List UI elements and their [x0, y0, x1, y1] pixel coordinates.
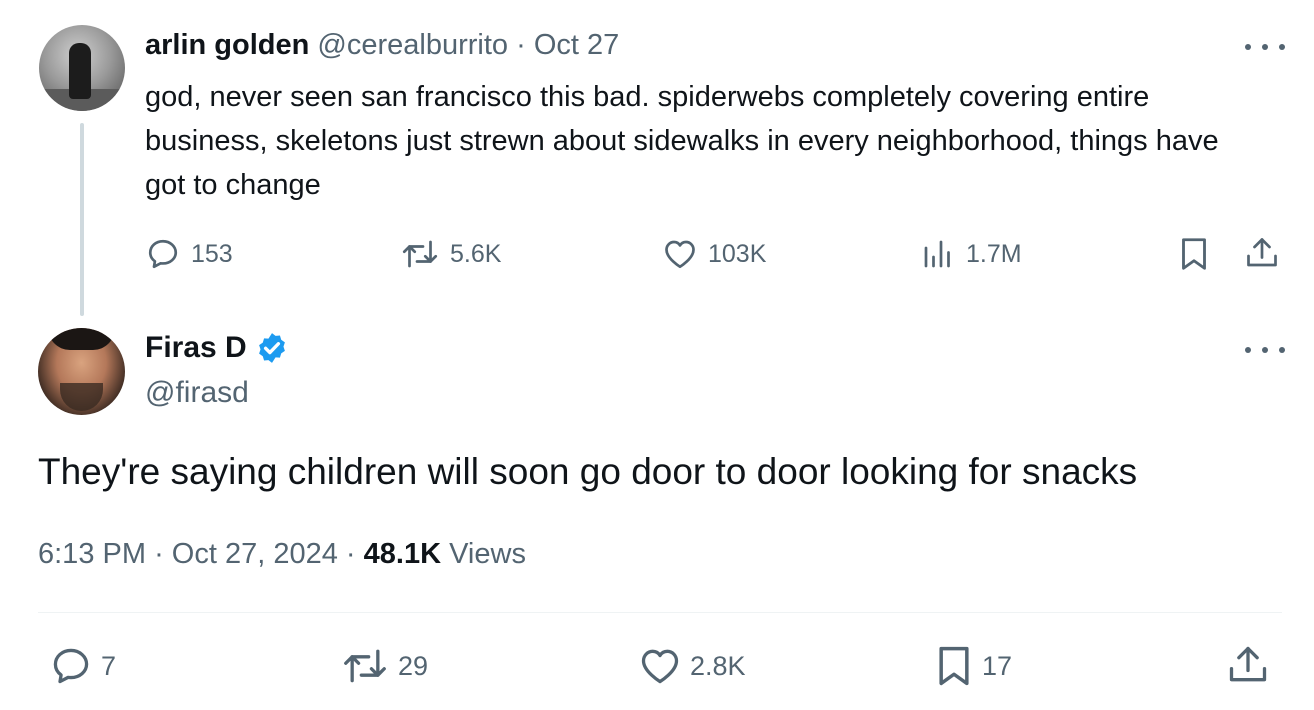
main-bookmark-count: 17 — [982, 650, 1013, 681]
parent-repost-count: 5.6K — [450, 239, 502, 268]
main-author-handle[interactable]: @firasd — [145, 375, 249, 411]
main-like-count: 2.8K — [690, 650, 746, 681]
parent-reply-button[interactable]: 153 — [145, 236, 233, 272]
like-icon — [665, 240, 695, 269]
parent-views-button[interactable]: 1.7M — [920, 236, 1022, 272]
thread-connector-line — [80, 123, 84, 316]
main-bookmark-button[interactable]: 17 — [934, 644, 1012, 688]
bookmark-icon — [939, 646, 969, 686]
main-repost-button[interactable]: 29 — [340, 644, 428, 688]
avatar-beard — [60, 383, 103, 411]
views-label: Views — [449, 538, 526, 570]
main-reply-count: 7 — [101, 650, 117, 681]
parent-tweet-header: arlin golden @cerealburrito · Oct 27 — [145, 28, 619, 62]
parent-like-button[interactable]: 103K — [662, 236, 766, 272]
share-icon — [1229, 646, 1267, 682]
meta-separator: · — [154, 538, 164, 570]
main-repost-count: 29 — [398, 650, 429, 681]
main-like-button[interactable]: 2.8K — [638, 644, 746, 688]
avatar-hair — [48, 328, 115, 350]
tweet-time[interactable]: 6:13 PM — [38, 538, 146, 570]
avatar-firas-d[interactable] — [38, 328, 125, 415]
parent-repost-button[interactable]: 5.6K — [400, 236, 501, 272]
bookmark-icon — [1182, 238, 1206, 270]
main-author-name-row: Firas D — [145, 330, 289, 366]
main-reply-button[interactable]: 7 — [49, 644, 116, 688]
parent-bookmark-button[interactable] — [1178, 236, 1210, 272]
main-tweet-meta: 6:13 PM · Oct 27, 2024 · 48.1K Views — [38, 535, 526, 573]
parent-tweet-date[interactable]: Oct 27 — [534, 29, 619, 61]
divider — [38, 612, 1282, 613]
main-author-name[interactable]: Firas D — [145, 330, 247, 366]
tweet-date[interactable]: Oct 27, 2024 — [172, 538, 338, 570]
views-count: 48.1K — [363, 538, 442, 570]
header-separator: · — [516, 29, 526, 61]
parent-author-name[interactable]: arlin golden — [145, 29, 309, 61]
parent-reply-count: 153 — [191, 239, 233, 268]
meta-separator: · — [345, 538, 356, 570]
main-share-button[interactable] — [1226, 642, 1270, 688]
avatar-arlin-golden[interactable] — [39, 25, 125, 111]
main-tweet-text: They're saying children will soon go doo… — [38, 451, 1138, 492]
like-icon — [641, 649, 679, 684]
parent-views-count: 1.7M — [966, 239, 1022, 268]
main-more-icon[interactable] — [1245, 340, 1285, 360]
verified-badge-icon[interactable] — [255, 331, 289, 365]
reply-icon — [148, 239, 178, 269]
views-icon — [924, 240, 950, 268]
parent-more-icon[interactable] — [1245, 37, 1285, 57]
parent-like-count: 103K — [708, 239, 767, 268]
parent-tweet-text: god, never seen san francisco this bad. … — [145, 81, 1219, 201]
repost-icon — [402, 240, 438, 268]
parent-author-handle[interactable]: @cerealburrito — [317, 29, 508, 61]
reply-icon — [53, 648, 89, 684]
share-icon — [1247, 238, 1277, 267]
repost-icon — [344, 649, 386, 683]
parent-share-button[interactable] — [1244, 234, 1280, 272]
avatar-figure — [69, 43, 91, 99]
